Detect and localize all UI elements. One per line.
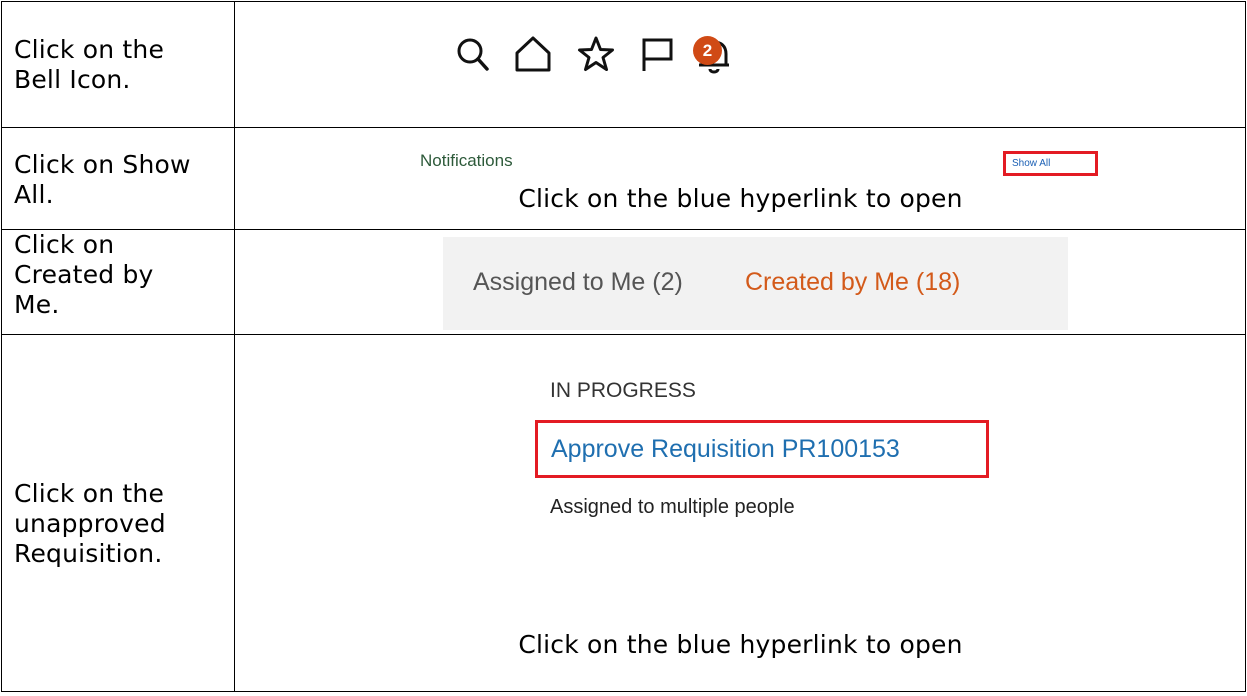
- step-row-show-all: Click on Show All. Notifications Show Al…: [1, 127, 1246, 230]
- step-instruction: Click on the Bell Icon.: [14, 35, 165, 94]
- caption-text: Click on the blue hyperlink to open: [518, 630, 963, 659]
- assignment-text: Assigned to multiple people: [550, 496, 795, 518]
- show-all-link[interactable]: Show All: [1012, 158, 1050, 169]
- notifications-heading: Notifications: [420, 151, 513, 170]
- step-instruction-cell: Click on Created by Me.: [1, 229, 235, 335]
- notification-tabs: Assigned to Me (2) Created by Me (18): [443, 237, 1068, 330]
- caption-text: Click on the blue hyperlink to open: [518, 184, 963, 213]
- tab-created-by-me[interactable]: Created by Me (18): [745, 268, 960, 297]
- step-row-bell: Click on the Bell Icon. 2: [1, 1, 1246, 128]
- step-instruction: Click on the unapproved Requisition.: [14, 479, 166, 568]
- step-instruction-cell: Click on the unapproved Requisition.: [1, 334, 235, 692]
- step-instruction-cell: Click on the Bell Icon.: [1, 1, 235, 128]
- approve-requisition-link[interactable]: Approve Requisition PR100153: [551, 435, 900, 464]
- tab-assigned-to-me[interactable]: Assigned to Me (2): [473, 268, 683, 297]
- step-instruction: Click on Created by Me.: [14, 230, 154, 319]
- instructions-table: Click on the Bell Icon. 2 Click on Show …: [1, 1, 1246, 692]
- search-icon[interactable]: [455, 34, 491, 74]
- home-icon[interactable]: [513, 34, 553, 74]
- notification-count-badge: 2: [693, 36, 722, 65]
- step-screenshot-cell: 2: [234, 1, 1246, 128]
- step-row-created-by-me: Click on Created by Me. Assigned to Me (…: [1, 229, 1246, 335]
- step-instruction: Click on Show All.: [14, 150, 191, 209]
- highlight-box: Approve Requisition PR100153: [535, 420, 989, 478]
- status-heading: IN PROGRESS: [550, 379, 696, 402]
- global-header-icons: 2: [455, 28, 775, 92]
- star-icon[interactable]: [577, 34, 615, 74]
- step-row-requisition: Click on the unapproved Requisition. IN …: [1, 334, 1246, 692]
- step-screenshot-cell: Notifications Show All Click on the blue…: [234, 127, 1246, 230]
- step-screenshot-cell: Assigned to Me (2) Created by Me (18): [234, 229, 1246, 335]
- flag-icon[interactable]: [639, 34, 675, 74]
- highlight-box: Show All: [1003, 151, 1098, 176]
- step-screenshot-cell: IN PROGRESS Approve Requisition PR100153…: [234, 334, 1246, 692]
- step-instruction-cell: Click on Show All.: [1, 127, 235, 230]
